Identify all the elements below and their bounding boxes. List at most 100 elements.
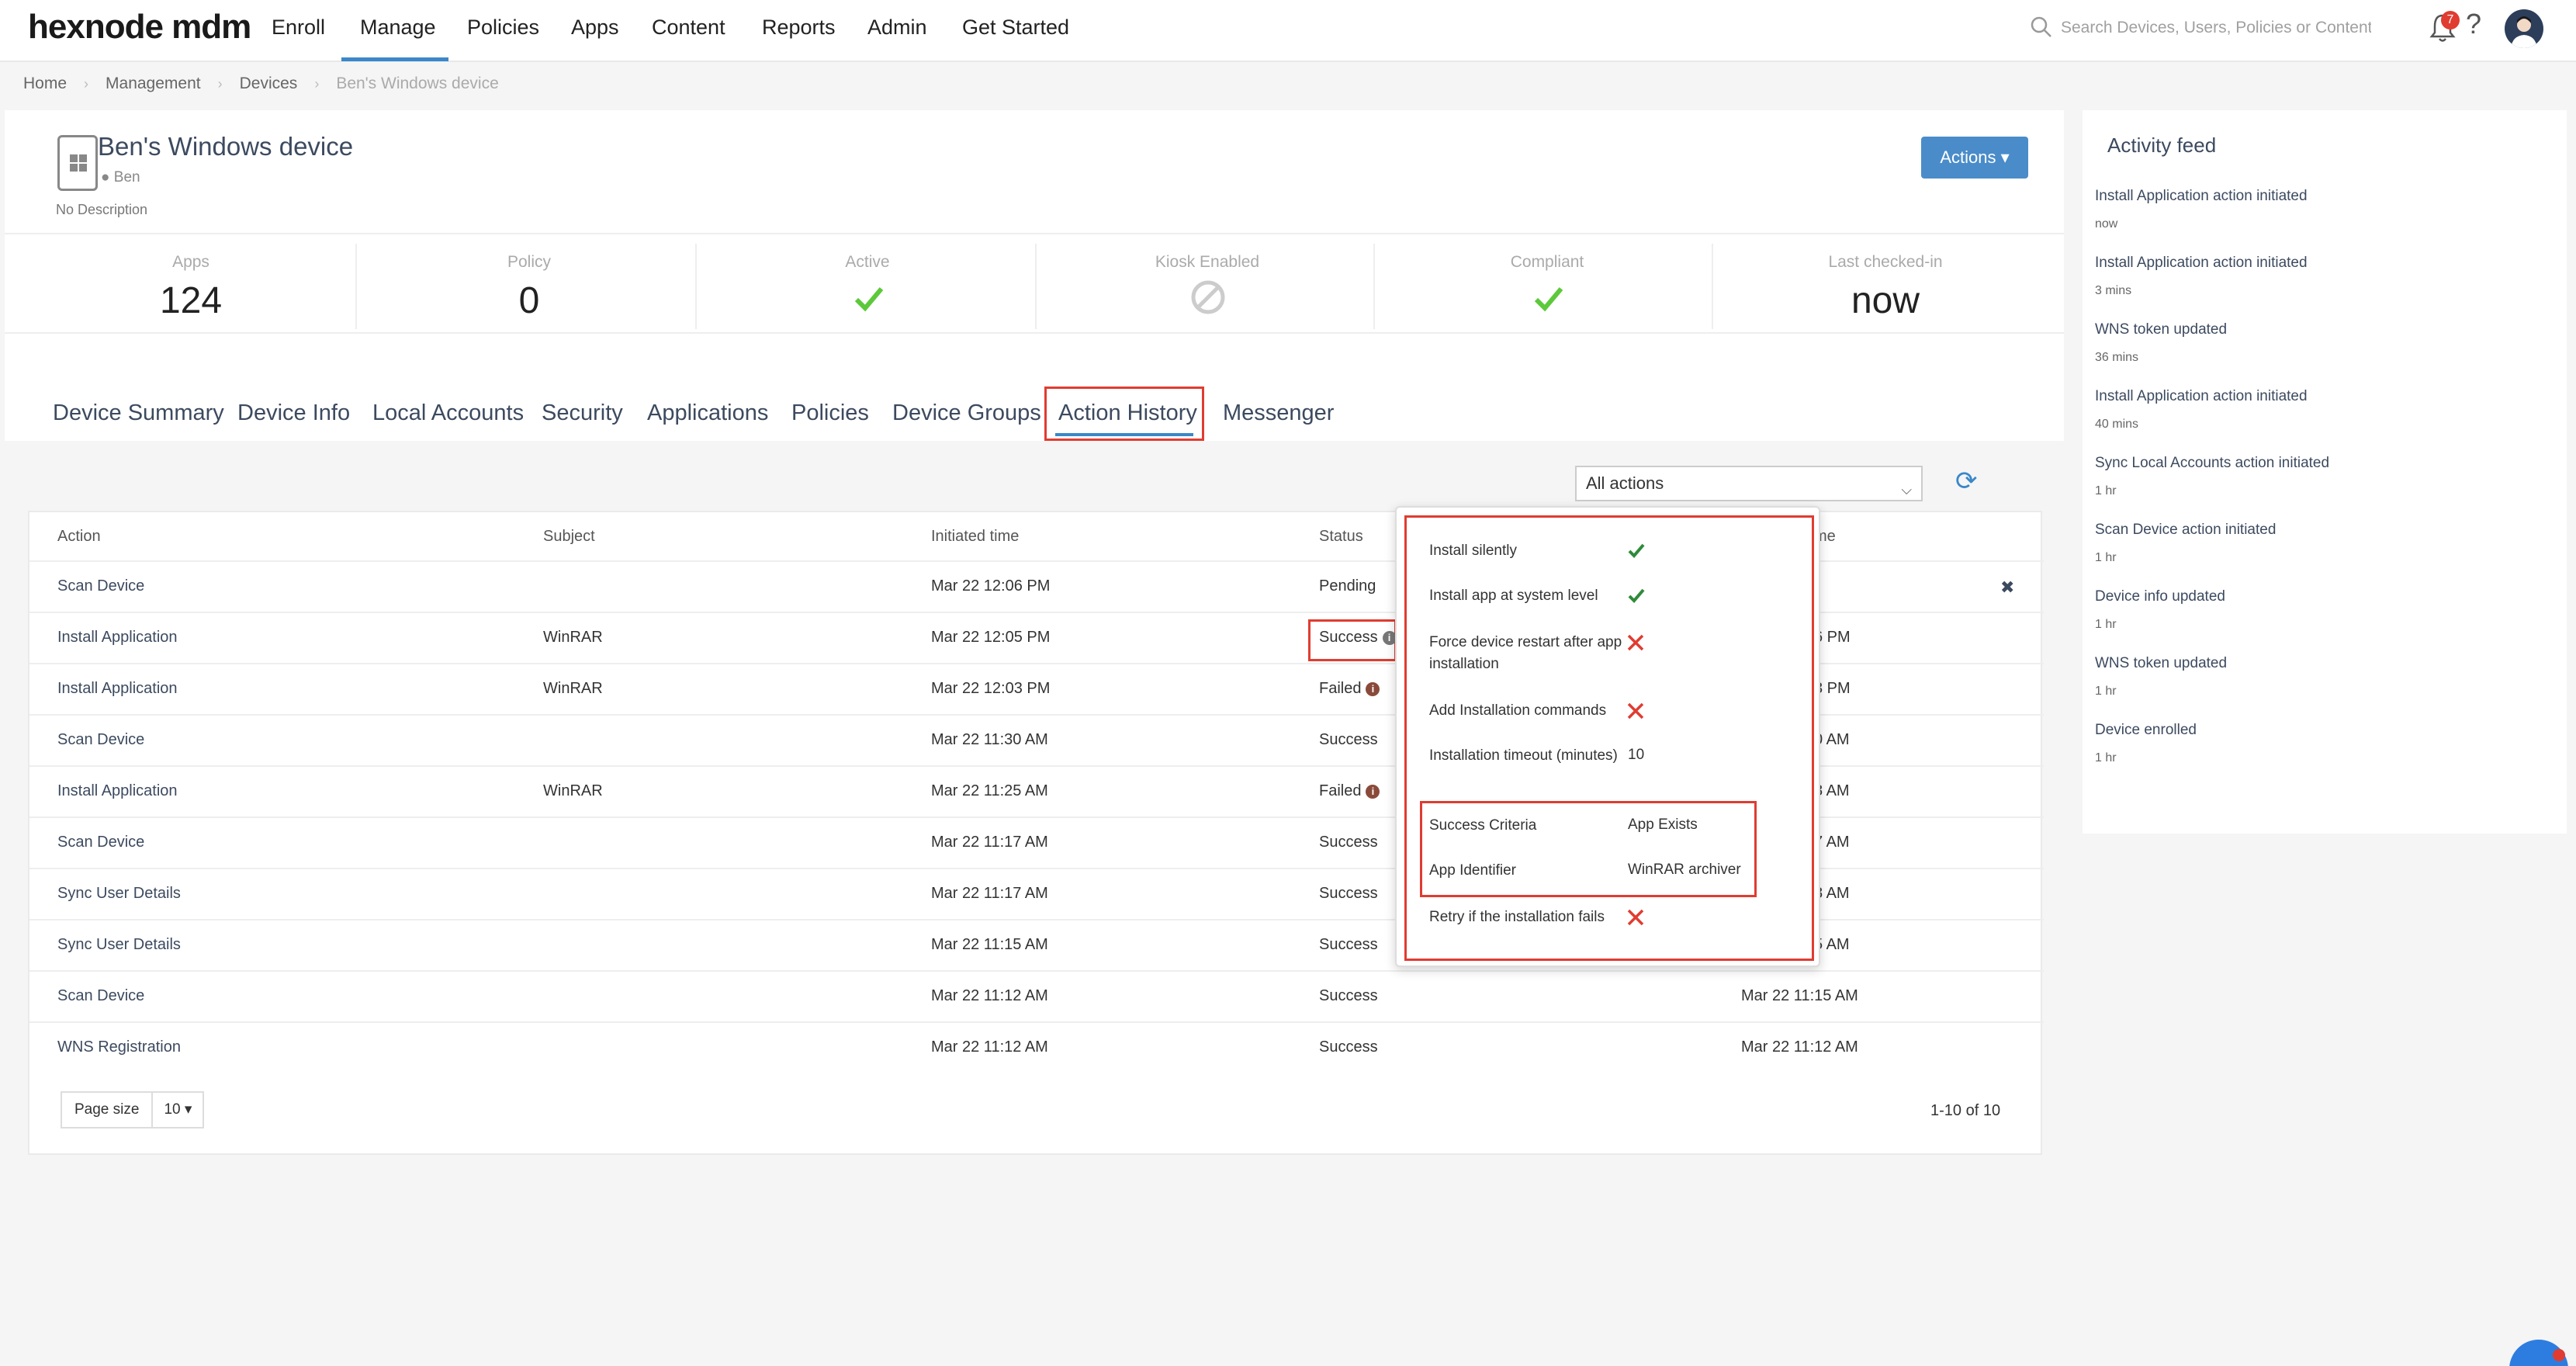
stat-policy[interactable]: Policy 0 — [360, 234, 698, 335]
tab-local-accounts[interactable]: Local Accounts — [372, 400, 524, 426]
nav-enroll[interactable]: Enroll — [272, 16, 325, 40]
cell-initiated: Mar 22 11:17 AM — [931, 834, 1048, 851]
cell-subject: WinRAR — [543, 629, 603, 646]
tab-security[interactable]: Security — [542, 400, 623, 426]
stat-value: 124 — [159, 280, 223, 321]
cell-initiated: Mar 22 12:06 PM — [931, 577, 1051, 595]
cell-action: Scan Device — [57, 987, 145, 1004]
feed-item-time: now — [2095, 217, 2118, 231]
search-input[interactable] — [2061, 12, 2371, 43]
column-header-status[interactable]: Status — [1319, 528, 1363, 546]
feed-item-text: Device info updated — [2095, 588, 2225, 605]
avatar[interactable] — [2505, 9, 2543, 48]
cell-status: Success i — [1319, 629, 1397, 647]
tab-policies[interactable]: Policies — [791, 400, 869, 426]
breadcrumb: Home › Management › Devices › Ben's Wind… — [23, 75, 499, 93]
device-description: No Description — [56, 202, 148, 217]
cell-status: Failed i — [1319, 782, 1380, 800]
cell-status: Failed i — [1319, 680, 1380, 698]
breadcrumb-management[interactable]: Management — [106, 75, 201, 93]
hexnode-logo[interactable]: hexnode mdm — [28, 8, 251, 47]
caret-down-icon: ▾ — [184, 1101, 192, 1118]
chevron-right-icon: › — [84, 75, 89, 92]
stat-label: Last checked-in — [1828, 253, 1943, 271]
feed-item: Device enrolled 1 hr — [2095, 722, 2553, 765]
setting-label: Installation timeout (minutes) — [1429, 747, 1618, 764]
device-user-name: Ben — [113, 169, 140, 185]
user-avatar-icon — [2511, 16, 2537, 48]
feed-item-time: 1 hr — [2095, 551, 2117, 564]
page-size-selector[interactable]: Page size 10 ▾ — [61, 1091, 205, 1129]
info-icon[interactable]: i — [1366, 681, 1380, 696]
refresh-icon[interactable]: ⟳ — [1955, 466, 1978, 497]
tab-device-groups[interactable]: Device Groups — [892, 400, 1041, 426]
breadcrumb-home[interactable]: Home — [23, 75, 67, 93]
cell-status: Success — [1319, 834, 1378, 851]
action-filter-select[interactable]: All actions ⌵ — [1575, 466, 1923, 501]
cell-status-text: Success — [1319, 629, 1378, 646]
tab-active-indicator — [1055, 433, 1193, 436]
tab-action-history[interactable]: Action History — [1058, 400, 1197, 426]
stat-label: Apps — [172, 253, 209, 271]
info-icon[interactable]: i — [1382, 630, 1397, 645]
cell-action: Install Application — [57, 782, 178, 799]
feed-item: Device info updated 1 hr — [2095, 588, 2553, 632]
feed-item-text: Sync Local Accounts action initiated — [2095, 455, 2330, 471]
nav-reports[interactable]: Reports — [762, 16, 836, 40]
actions-button[interactable]: Actions ▾ — [1921, 137, 2028, 179]
tab-messenger[interactable]: Messenger — [1223, 400, 1334, 426]
stat-kiosk: Kiosk Enabled — [1038, 234, 1376, 335]
close-icon[interactable]: ✖ — [2000, 577, 2014, 598]
check-icon — [1628, 588, 1645, 603]
nav-policies[interactable]: Policies — [467, 16, 539, 40]
feed-item-time: 40 mins — [2095, 418, 2139, 431]
nav-get-started[interactable]: Get Started — [962, 16, 1069, 40]
page-size-label: Page size — [62, 1093, 154, 1127]
feed-item-text: Scan Device action initiated — [2095, 522, 2277, 538]
tab-device-summary[interactable]: Device Summary — [53, 400, 224, 426]
feed-item-time: 1 hr — [2095, 751, 2117, 764]
device-user[interactable]: ● Ben — [101, 169, 140, 186]
device-stats: Apps 124 Policy 0 Active Kiosk Enabled C… — [5, 233, 2064, 334]
cell-action: Scan Device — [57, 731, 145, 748]
nav-admin[interactable]: Admin — [867, 16, 927, 40]
nav-content[interactable]: Content — [652, 16, 725, 40]
tab-applications[interactable]: Applications — [647, 400, 768, 426]
chevron-down-icon: ⌵ — [1901, 482, 1912, 498]
breadcrumb-devices[interactable]: Devices — [240, 75, 298, 93]
info-icon[interactable]: i — [1366, 784, 1380, 799]
cell-status: Success — [1319, 1038, 1378, 1056]
cell-subject: WinRAR — [543, 680, 603, 697]
column-header-subject[interactable]: Subject — [543, 528, 595, 546]
nav-manage[interactable]: Manage — [360, 16, 436, 40]
cell-status-text: Failed — [1319, 782, 1362, 799]
chat-notification-dot — [2553, 1349, 2565, 1361]
column-header-action[interactable]: Action — [57, 528, 101, 546]
feed-item: Install Application action initiated now — [2095, 188, 2553, 231]
windows-tablet-icon — [57, 135, 98, 191]
feed-item: Scan Device action initiated 1 hr — [2095, 522, 2553, 565]
table-row[interactable]: Scan Device Mar 22 11:12 AM Success Mar … — [29, 970, 2044, 1021]
check-icon — [1534, 287, 1563, 312]
cell-initiated: Mar 22 12:05 PM — [931, 629, 1051, 646]
setting-label: Force device restart after app installat… — [1429, 634, 1622, 672]
stat-label: Policy — [507, 253, 552, 271]
cell-status: Pending — [1319, 577, 1376, 595]
stat-label: Kiosk Enabled — [1155, 253, 1260, 271]
help-icon[interactable]: ? — [2466, 8, 2481, 40]
nav-apps[interactable]: Apps — [571, 16, 619, 40]
stat-apps[interactable]: Apps 124 — [22, 234, 360, 335]
divider — [1373, 244, 1375, 329]
cell-status: Success — [1319, 936, 1378, 953]
search-icon — [2031, 16, 2051, 37]
user-icon: ● — [101, 169, 110, 185]
tab-device-info[interactable]: Device Info — [237, 400, 350, 426]
column-header-initiated-time[interactable]: Initiated time — [931, 528, 1019, 546]
install-settings-popover: Install silently Install app at system l… — [1395, 506, 1820, 967]
feed-item: Install Application action initiated 40 … — [2095, 388, 2553, 432]
table-row[interactable]: WNS Registration Mar 22 11:12 AM Success… — [29, 1021, 2044, 1073]
cell-action: Scan Device — [57, 577, 145, 595]
page-size-number: 10 — [164, 1101, 181, 1118]
cell-initiated: Mar 22 11:25 AM — [931, 782, 1048, 799]
top-navbar: hexnode mdm Enroll Manage Policies Apps … — [0, 0, 2576, 62]
